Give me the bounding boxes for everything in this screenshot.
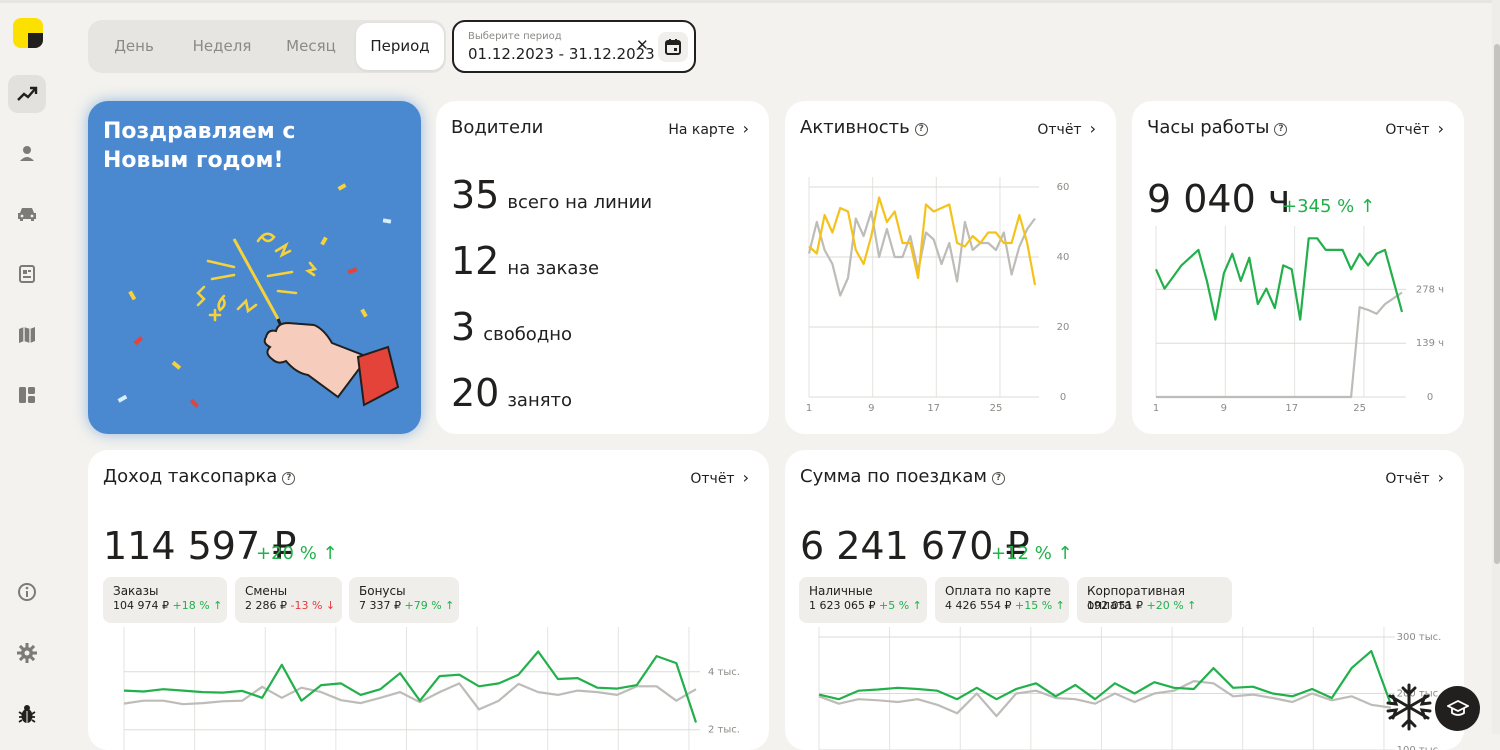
chevron-right-icon: › [742,119,749,138]
x-tick-label: 9 [868,403,874,414]
sidebar [0,0,56,734]
sidebar-item-map[interactable] [8,316,46,354]
info-icon [18,583,36,601]
y-tick-label: 139 ч [1416,338,1444,349]
trips-chart: 300 тыс.200 тыс.100 тыс. [818,627,1442,750]
period-picker-label: Выберите период [468,31,562,42]
tab-period[interactable]: Период [356,23,444,70]
x-tick-label: 17 [1285,403,1298,414]
drivers-card: Водители На карте › 35 всего на линии 12 на… [436,101,769,434]
tab-week[interactable]: Неделя [176,20,268,73]
stat-value: 20 [451,371,500,415]
calendar-button[interactable] [658,32,688,62]
trips-card: Сумма по поездкам? Отчёт › 6 241 670 ₽ +1… [785,450,1464,750]
drivers-stat-free: 3 свободно [451,305,572,349]
y-tick-label: 300 тыс. [1397,632,1442,643]
sidebar-item-drivers[interactable] [8,135,46,173]
drivers-stat-on-order: 12 на заказе [451,239,599,283]
top-border [0,0,1500,3]
stat-value: 35 [451,173,500,217]
tab-day[interactable]: День [88,20,180,73]
x-tick-label: 9 [1221,403,1227,414]
series-line [818,680,1392,718]
drivers-map-link[interactable]: На карте › [668,119,749,138]
bug-icon [18,705,36,723]
y-tick-label: 40 [1057,252,1070,263]
stat-value: 12 [451,239,500,283]
y-tick-label: 2 тыс. [708,725,740,736]
sidebar-item-cars[interactable] [8,195,46,233]
stat-label: занято [507,390,573,411]
drivers-map-link-label: На карте [668,122,735,138]
income-chart: 4 тыс. 2 тыс. [123,627,740,750]
sidebar-item-dashboard[interactable] [8,376,46,414]
x-tick-label: 17 [927,403,940,414]
sidebar-item-analytics[interactable] [8,75,46,113]
x-tick-label: 1 [806,403,812,414]
stat-label: свободно [483,324,573,345]
new-year-promo[interactable]: Поздравляем с Новым годом! [88,101,421,434]
stat-value: 3 [451,305,476,349]
dashboard-icon [19,387,35,403]
stat-label: на заказе [507,258,600,279]
hours-chart: 278 ч 139 ч 0 1 9 17 25 [1153,226,1444,414]
stat-label: всего на линии [507,192,653,213]
trend-icon [17,86,38,101]
snowflake-icon [1386,683,1432,731]
drivers-stat-busy: 20 занято [451,371,572,415]
x-tick-label: 1 [1153,403,1159,414]
series-line [807,210,1036,297]
map-icon [19,327,35,343]
period-tabs: День Неделя Месяц Период [88,20,446,73]
x-tick-label: 25 [1353,403,1366,414]
x-tick-label: 25 [990,403,1003,414]
sidebar-item-documents[interactable] [8,255,46,293]
activity-chart: 60 40 20 0 1 9 17 25 [806,177,1070,414]
y-tick-label: 100 тыс. [1397,745,1442,750]
academy-button[interactable] [1435,686,1480,731]
y-tick-label: 278 ч [1416,284,1444,295]
hours-card: Часы работы? Отчёт › 9 040 ч +345 % ↑ 278… [1132,101,1464,434]
car-icon [18,208,36,221]
activity-card: Активность? Отчёт › 60 40 20 0 1 9 17 25 [785,101,1116,434]
drivers-stat-total: 35 всего на линии [451,173,652,217]
sidebar-item-info[interactable] [8,573,46,611]
sparkler-illustration-icon [117,183,400,408]
document-icon [19,265,35,283]
person-icon [20,146,34,161]
series-line [123,650,698,723]
gear-icon [17,643,37,663]
y-tick-label: 0 [1060,392,1066,403]
y-tick-label: 0 [1427,392,1433,403]
scrollbar-thumb[interactable] [1494,44,1500,564]
drivers-title: Водители [451,117,544,138]
period-picker-value[interactable]: 01.12.2023 - 31.12.2023 [468,45,655,63]
y-tick-label: 20 [1057,322,1070,333]
app-logo-icon[interactable] [13,18,43,48]
graduation-cap-icon [1446,699,1469,716]
y-tick-label: 4 тыс. [708,667,740,678]
series-line [1154,237,1404,321]
y-tick-label: 60 [1057,182,1070,193]
income-card: Доход таксопарка? Отчёт › 114 597 ₽ +20 %… [88,450,769,750]
clear-icon[interactable]: ✕ [636,36,649,54]
series-line [1156,291,1403,399]
tab-month[interactable]: Месяц [266,20,356,73]
period-picker[interactable]: Выберите период 01.12.2023 - 31.12.2023 … [452,20,696,73]
sidebar-item-settings[interactable] [8,634,46,672]
sidebar-item-bug-report[interactable] [8,695,46,733]
calendar-icon [665,39,681,55]
